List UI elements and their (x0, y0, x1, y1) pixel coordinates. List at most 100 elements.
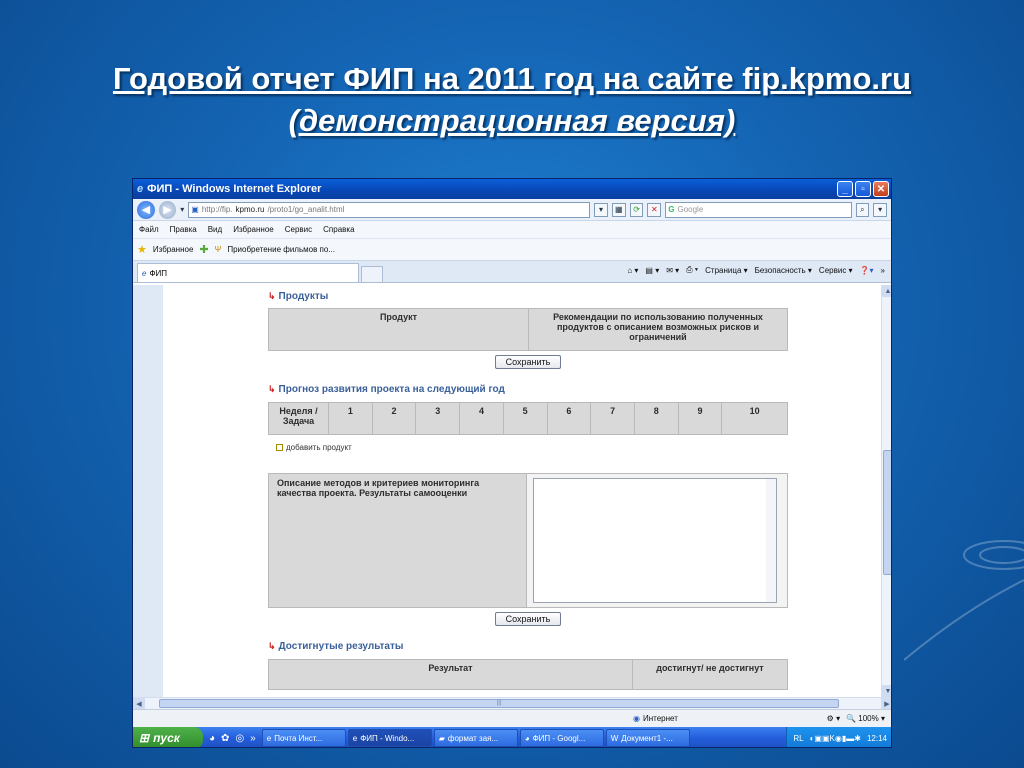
url-path: /proto1/go_analit.html (267, 205, 345, 214)
refresh-icon[interactable]: ⟳ (629, 202, 644, 217)
page-viewport: ↳ Продукты Продукт Рекомендации по испол… (133, 285, 891, 697)
task-fip-chrome[interactable]: ◕ ФИП - Googl... (519, 729, 604, 747)
col-week-9: 9 (677, 402, 723, 435)
chrome-task-icon: ◕ (524, 733, 530, 743)
tray-icons[interactable]: ◐▣▣K◉▮▬✱ (810, 734, 861, 743)
forward-button[interactable]: ▶ (158, 200, 177, 219)
url-dropdown-button[interactable]: ▾ (594, 202, 608, 217)
scroll-left-icon[interactable]: ◀ (133, 697, 145, 710)
menu-view[interactable]: Вид (208, 225, 222, 234)
horizontal-scroll-thumb[interactable]: ||| (159, 699, 839, 708)
save-monitoring-button[interactable]: Сохранить (494, 612, 562, 626)
results-heading-text: Достигнутые результаты (278, 640, 404, 652)
close-button[interactable]: ✕ (873, 181, 889, 197)
page-icon: ▣ (191, 205, 199, 214)
scroll-up-icon[interactable]: ▲ (882, 285, 891, 297)
add-favorites-icon[interactable]: ✚ (199, 243, 208, 256)
start-label: пуск (153, 731, 180, 745)
chrome-icon[interactable]: ◕ (209, 733, 215, 744)
stop-icon[interactable]: ✕ (647, 202, 662, 217)
menu-favorites[interactable]: Избранное (233, 225, 274, 234)
col-week-5: 5 (502, 402, 548, 435)
safety-menu[interactable]: Безопасность ▾ (755, 266, 812, 275)
bullet-arrow-icon: ↳ (268, 640, 276, 651)
slide-title-line2: (демонстрационная версия) (288, 103, 736, 138)
scroll-right-icon[interactable]: ▶ (881, 697, 891, 710)
mail-icon[interactable]: ✉ ▾ (666, 266, 679, 275)
status-bar: ◉ Интернет ⚙ ▾ 🔍 100% ▾ (133, 709, 891, 727)
col-week-2: 2 (371, 402, 417, 435)
vertical-scroll-thumb[interactable] (883, 450, 891, 575)
textarea-scrollbar[interactable] (766, 479, 776, 602)
more-icon[interactable]: » (881, 266, 885, 275)
menu-tools[interactable]: Сервис (285, 225, 312, 234)
add-product-label: добавить продукт (286, 443, 352, 452)
url-host: kpmo.ru (235, 205, 265, 214)
menu-edit[interactable]: Правка (170, 225, 197, 234)
favorites-star-icon[interactable]: ★ (137, 243, 147, 256)
quick-more-icon[interactable]: » (250, 733, 256, 744)
col-week-10: 10 (721, 402, 788, 435)
col-achieved: достигнут/ не достигнут (632, 659, 788, 690)
monitoring-label: Описание методов и критериев мониторинга… (269, 474, 527, 607)
slide-title-line1: Годовой отчет ФИП на 2011 год на сайте f… (112, 61, 912, 96)
menu-file[interactable]: Файл (139, 225, 159, 234)
search-input[interactable]: G Google (665, 201, 852, 218)
col-week-7: 7 (590, 402, 635, 435)
col-week-8: 8 (633, 402, 679, 435)
print-icon[interactable]: ⎙ ▾ (686, 265, 698, 275)
scroll-down-icon[interactable]: ▼ (882, 685, 891, 697)
products-heading-text: Продукты (278, 290, 329, 302)
menu-help[interactable]: Справка (323, 225, 354, 234)
horizontal-scrollbar[interactable]: ◀ ||| ▶ (133, 697, 891, 710)
opera-icon[interactable]: ◎ (235, 733, 244, 744)
start-button[interactable]: ⊞ пуск (133, 727, 203, 747)
maximize-button[interactable]: ▫ (855, 181, 871, 197)
tools-menu[interactable]: Сервис ▾ (819, 266, 853, 275)
minimize-button[interactable]: _ (837, 181, 853, 197)
forecast-heading-text: Прогноз развития проекта на следующий го… (278, 383, 505, 395)
flower-icon[interactable]: ✿ (221, 733, 229, 744)
col-product: Продукт (268, 308, 529, 351)
search-options-icon[interactable]: ▾ (873, 202, 888, 217)
favorite-link[interactable]: Приобретение фильмов по... (227, 245, 335, 254)
feeds-icon[interactable]: ▤ ▾ (645, 266, 659, 275)
forecast-heading: ↳ Прогноз развития проекта на следующий … (268, 381, 788, 397)
task-fip-ie-label: ФИП - Windo... (360, 733, 415, 743)
windows-logo-icon: ⊞ (139, 731, 150, 745)
task-fip-ie[interactable]: e ФИП - Windo... (347, 729, 432, 747)
tab-fip[interactable]: e ФИП (137, 263, 359, 282)
task-document[interactable]: W Документ1 -... (605, 729, 690, 747)
page-menu[interactable]: Страница ▾ (705, 266, 748, 275)
search-icon[interactable]: ⌕ (855, 202, 870, 217)
clock: 12:14 (866, 733, 887, 743)
back-button[interactable]: ◀ (137, 200, 155, 219)
url-input[interactable]: ▣ http://fip. kpmo.ru/proto1/go_analit.ht… (188, 201, 591, 218)
task-folder-label: формат зая... (447, 733, 499, 743)
language-indicator[interactable]: RL (793, 734, 803, 743)
compatibility-icon[interactable]: ▦ (611, 202, 626, 217)
add-product-checkbox-icon (276, 444, 283, 451)
new-tab-button[interactable] (361, 266, 383, 282)
tab-ie-icon: e (142, 268, 147, 278)
add-product-link[interactable]: добавить продукт (276, 443, 788, 452)
ie-task-icon: e (352, 733, 358, 743)
protected-mode-icon[interactable]: ⚙ ▾ (827, 714, 840, 723)
google-icon: G (668, 205, 675, 214)
favorites-button[interactable]: Избранное (153, 245, 194, 254)
zoom-level[interactable]: 🔍 100% ▾ (846, 714, 885, 723)
help-icon[interactable]: ❓▾ (860, 266, 874, 275)
task-folder[interactable]: ▰ формат зая... (433, 729, 518, 747)
zoom-value: 100% (858, 714, 879, 723)
home-icon[interactable]: ⌂ ▾ (627, 266, 638, 275)
search-placeholder: Google (677, 205, 704, 214)
vertical-scrollbar[interactable]: ▲ ▼ (881, 285, 891, 697)
slide-title: Годовой отчет ФИП на 2011 год на сайте f… (0, 58, 1024, 142)
task-mail[interactable]: e Почта Инст... (261, 729, 346, 747)
save-button[interactable]: Сохранить (494, 355, 562, 369)
history-dropdown-icon[interactable]: ▾ (180, 205, 184, 214)
task-fip-chrome-label: ФИП - Googl... (532, 733, 586, 743)
window-title: ФИП - Windows Internet Explorer (147, 183, 322, 195)
url-prefix: http://fip. (201, 205, 233, 214)
monitoring-textarea[interactable] (533, 478, 777, 603)
